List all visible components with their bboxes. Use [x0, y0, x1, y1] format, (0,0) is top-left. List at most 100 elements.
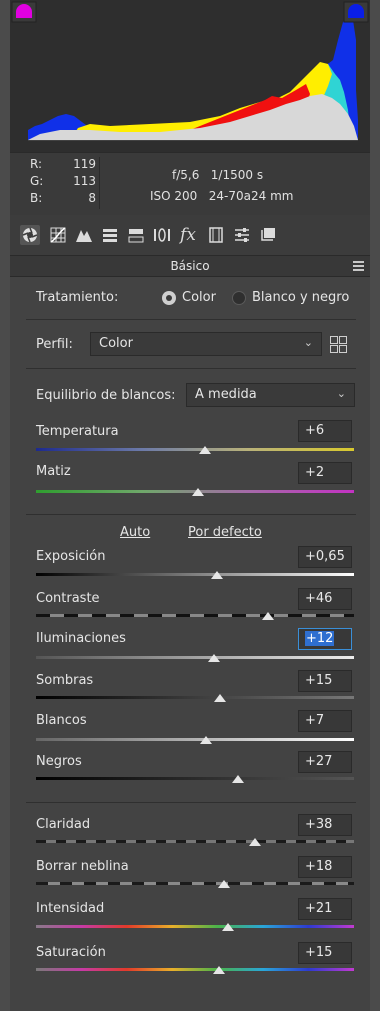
- contrast-slider-track[interactable]: [36, 614, 354, 617]
- clarity-slider-thumb[interactable]: [249, 838, 262, 846]
- treatment-bw-radio[interactable]: [232, 291, 246, 305]
- contrast-slider-thumb[interactable]: [262, 612, 275, 620]
- section-divider: [26, 319, 356, 320]
- whites-value: +7: [305, 713, 325, 728]
- highlights-value: +12: [305, 631, 335, 646]
- hsl-icon[interactable]: [100, 225, 120, 245]
- camera-settings: f/5,6 1/1500 s ISO 200 24-70a24 mm: [150, 165, 293, 207]
- clarity-value: +38: [305, 817, 333, 832]
- exposure-slider-thumb[interactable]: [211, 571, 224, 579]
- section-divider: [26, 368, 356, 369]
- treatment-color-label[interactable]: Color: [182, 290, 216, 305]
- profile-select[interactable]: Color ⌄: [90, 332, 322, 356]
- highlights-slider-track[interactable]: [36, 656, 354, 659]
- slider-label-clarity: Claridad: [36, 817, 91, 832]
- effects-icon[interactable]: fx: [178, 225, 198, 245]
- rgb-label-b: B:: [30, 191, 43, 205]
- slider-label-dehaze: Borrar neblina: [36, 859, 129, 874]
- exposure-slider-track[interactable]: [36, 573, 354, 576]
- rgb-readout: R: 119 G: 113 B: 8: [30, 157, 96, 208]
- saturation-slider-thumb[interactable]: [212, 966, 225, 974]
- basic-panel-icon[interactable]: [20, 225, 40, 245]
- default-link[interactable]: Por defecto: [188, 525, 262, 540]
- readout-divider: [99, 157, 100, 209]
- panel-tabs-toolbar: fx: [10, 215, 370, 256]
- whites-slider-thumb[interactable]: [200, 736, 213, 744]
- profile-select-value: Color: [99, 336, 133, 351]
- tint-slider-thumb[interactable]: [192, 488, 205, 496]
- image-info-readout: R: 119 G: 113 B: 8 f/5,6 1/1500 s ISO 200 2…: [10, 152, 370, 216]
- rgb-label-g: G:: [30, 174, 44, 188]
- slider-label-whites: Blancos: [36, 713, 87, 728]
- shadows-slider-track[interactable]: [36, 696, 354, 699]
- rgb-label-r: R:: [30, 157, 43, 171]
- slider-label-shadows: Sombras: [36, 673, 94, 688]
- temperature-value-field[interactable]: +6: [298, 420, 352, 442]
- dehaze-value-field[interactable]: +18: [298, 856, 352, 878]
- rgb-value-r: 119: [73, 157, 96, 171]
- exposure-value-field[interactable]: +0,65: [298, 546, 352, 568]
- tint-value: +2: [305, 465, 325, 480]
- shadow-clip-warning-icon[interactable]: [11, 1, 37, 23]
- temperature-slider-track[interactable]: [36, 448, 354, 451]
- temperature-slider-thumb[interactable]: [198, 446, 211, 454]
- section-divider: [26, 514, 356, 515]
- treatment-bw-label[interactable]: Blanco y negro: [252, 290, 349, 305]
- highlights-slider-thumb[interactable]: [208, 654, 221, 662]
- lens-corrections-icon[interactable]: [152, 225, 172, 245]
- dehaze-slider-thumb[interactable]: [217, 880, 230, 888]
- auto-link[interactable]: Auto: [120, 525, 150, 540]
- blacks-slider-track[interactable]: [36, 777, 354, 780]
- treatment-color-radio[interactable]: [162, 291, 176, 305]
- blacks-slider-thumb[interactable]: [231, 775, 244, 783]
- slider-label-saturation: Saturación: [36, 945, 106, 960]
- whites-value-field[interactable]: +7: [298, 710, 352, 732]
- white-balance-select[interactable]: A medida ⌄: [186, 383, 355, 407]
- treatment-label: Tratamiento:: [36, 290, 119, 305]
- vibrance-slider-track[interactable]: [36, 925, 354, 928]
- saturation-value-field[interactable]: +15: [298, 942, 352, 964]
- blacks-value: +27: [305, 754, 333, 769]
- temperature-value: +6: [305, 423, 325, 438]
- slider-label-exposure: Exposición: [36, 549, 106, 564]
- iso-lens-text: ISO 200 24-70a24 mm: [150, 189, 294, 203]
- blacks-value-field[interactable]: +27: [298, 751, 352, 773]
- vibrance-value: +21: [305, 901, 333, 916]
- rgb-value-g: 113: [73, 174, 96, 188]
- shadows-slider-thumb[interactable]: [214, 694, 227, 702]
- slider-label-tint: Matiz: [36, 464, 71, 479]
- shadows-value-field[interactable]: +15: [298, 670, 352, 692]
- section-divider: [26, 802, 356, 803]
- clarity-slider-track[interactable]: [36, 840, 354, 843]
- contrast-value-field[interactable]: +46: [298, 588, 352, 610]
- split-toning-icon[interactable]: [126, 225, 146, 245]
- aperture-shutter-text: f/5,6 1/1500 s: [172, 168, 264, 182]
- vibrance-slider-thumb[interactable]: [222, 923, 235, 931]
- vibrance-value-field[interactable]: +21: [298, 898, 352, 920]
- camera-calibration-icon[interactable]: [206, 225, 226, 245]
- chevron-down-icon: ⌄: [303, 336, 313, 349]
- panel-menu-icon[interactable]: [353, 261, 364, 271]
- whites-slider-track[interactable]: [36, 738, 354, 741]
- white-balance-select-value: A medida: [195, 387, 257, 402]
- dehaze-value: +18: [305, 859, 333, 874]
- panel-title: Básico: [170, 259, 210, 273]
- highlights-value-field[interactable]: +12: [298, 628, 352, 650]
- clarity-value-field[interactable]: +38: [298, 814, 352, 836]
- saturation-value: +15: [305, 945, 333, 960]
- profile-browser-grid-icon[interactable]: [330, 336, 347, 353]
- snapshots-icon[interactable]: [258, 225, 278, 245]
- slider-label-blacks: Negros: [36, 754, 82, 769]
- presets-icon[interactable]: [232, 225, 252, 245]
- tone-curve-icon[interactable]: [48, 225, 68, 245]
- detail-icon[interactable]: [74, 225, 94, 245]
- contrast-value: +46: [305, 591, 333, 606]
- white-balance-label: Equilibrio de blancos:: [36, 388, 176, 403]
- panel-header: Básico: [10, 256, 370, 277]
- highlight-clip-warning-icon[interactable]: [343, 1, 369, 23]
- rgb-value-b: 8: [88, 191, 96, 205]
- saturation-slider-track[interactable]: [36, 968, 354, 971]
- chevron-down-icon: ⌄: [336, 387, 346, 400]
- dehaze-slider-track[interactable]: [36, 882, 354, 885]
- tint-value-field[interactable]: +2: [298, 462, 352, 484]
